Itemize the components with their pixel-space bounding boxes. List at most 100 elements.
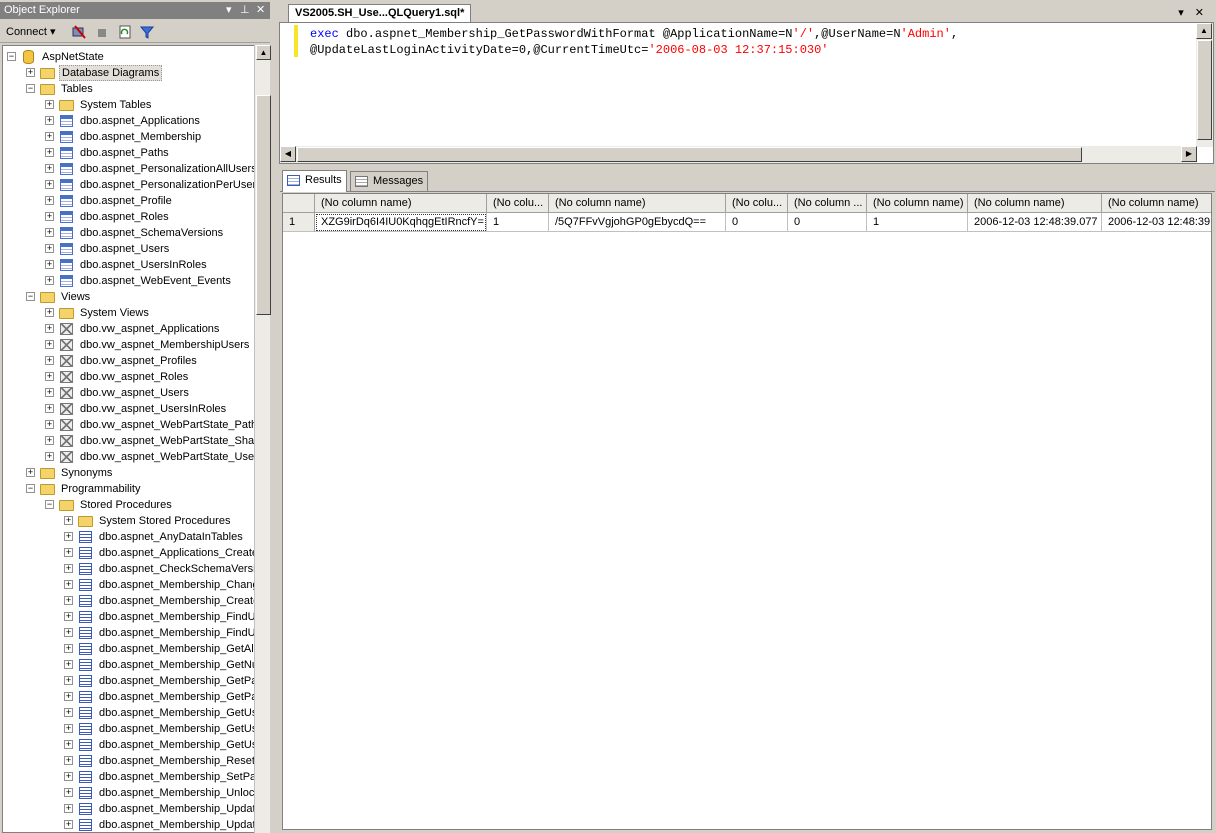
expand-toggle-icon[interactable]: + — [45, 132, 54, 141]
expand-toggle-icon[interactable]: + — [64, 788, 73, 797]
tree-node[interactable]: + dbo.aspnet_PersonalizationPerUser — [3, 177, 254, 193]
expand-toggle-icon[interactable]: + — [45, 452, 54, 461]
column-header[interactable]: (No column name) — [315, 194, 487, 213]
expand-toggle-icon[interactable]: + — [64, 596, 73, 605]
sql-editor[interactable]: exec dbo.aspnet_Membership_GetPasswordWi… — [279, 22, 1214, 164]
tree-node[interactable]: + dbo.aspnet_AnyDataInTables — [3, 529, 254, 545]
tree-node[interactable]: + dbo.aspnet_Membership_Update — [3, 801, 254, 817]
tree-node[interactable]: + dbo.aspnet_CheckSchemaVersio — [3, 561, 254, 577]
expand-toggle-icon[interactable]: + — [64, 644, 73, 653]
expand-toggle-icon[interactable]: + — [64, 564, 73, 573]
tree-node[interactable]: + dbo.vw_aspnet_WebPartState_Path — [3, 417, 254, 433]
grid-cell[interactable]: XZG9irDq6I4IU0KqhqgEtIRncfY= — [315, 213, 487, 232]
scroll-thumb[interactable] — [297, 147, 1082, 162]
tree-node[interactable]: + dbo.aspnet_PersonalizationAllUsers — [3, 161, 254, 177]
expand-toggle-icon[interactable]: + — [64, 580, 73, 589]
grid-cell[interactable]: 0 — [726, 213, 788, 232]
grid-cell[interactable]: 0 — [788, 213, 867, 232]
column-header[interactable]: (No column name) — [867, 194, 968, 213]
tree-node[interactable]: + dbo.aspnet_Profile — [3, 193, 254, 209]
expand-toggle-icon[interactable]: + — [45, 372, 54, 381]
tree-node[interactable]: − AspNetState — [3, 49, 254, 65]
collapse-toggle-icon[interactable]: − — [7, 52, 16, 61]
tree-node[interactable]: + dbo.aspnet_UsersInRoles — [3, 257, 254, 273]
scroll-up-arrow[interactable]: ▲ — [256, 45, 271, 60]
tree-node[interactable]: + dbo.aspnet_Membership_Chang — [3, 577, 254, 593]
tree-node[interactable]: + dbo.aspnet_Membership_GetAllU — [3, 641, 254, 657]
column-header[interactable]: (No column name) — [549, 194, 726, 213]
tree-node[interactable]: − Programmability — [3, 481, 254, 497]
refresh-icon[interactable] — [114, 23, 136, 41]
tree-vertical-scrollbar[interactable]: ▲ — [254, 45, 271, 833]
collapse-toggle-icon[interactable]: − — [26, 292, 35, 301]
tree-node[interactable]: + System Views — [3, 305, 254, 321]
tree-node[interactable]: + System Stored Procedures — [3, 513, 254, 529]
tree-node[interactable]: + dbo.aspnet_Membership_GetUse — [3, 721, 254, 737]
stop-icon[interactable] — [92, 23, 112, 41]
expand-toggle-icon[interactable]: + — [64, 660, 73, 669]
column-header[interactable]: (No column name) — [1102, 194, 1211, 213]
tree-node[interactable]: + dbo.aspnet_Roles — [3, 209, 254, 225]
expand-toggle-icon[interactable]: + — [64, 532, 73, 541]
collapse-toggle-icon[interactable]: − — [45, 500, 54, 509]
expand-toggle-icon[interactable]: + — [45, 404, 54, 413]
expand-toggle-icon[interactable]: + — [45, 324, 54, 333]
expand-toggle-icon[interactable]: + — [45, 276, 54, 285]
tree-node[interactable]: + dbo.vw_aspnet_Profiles — [3, 353, 254, 369]
tree-node[interactable]: + dbo.aspnet_Users — [3, 241, 254, 257]
tree-node[interactable]: + dbo.vw_aspnet_WebPartState_User — [3, 449, 254, 465]
expand-toggle-icon[interactable]: + — [64, 772, 73, 781]
expand-toggle-icon[interactable]: + — [64, 628, 73, 637]
row-header-corner[interactable] — [283, 194, 315, 213]
connect-button[interactable]: Connect ▾ — [2, 23, 60, 41]
expand-toggle-icon[interactable]: + — [64, 516, 73, 525]
filter-icon[interactable] — [136, 23, 158, 41]
window-position-icon[interactable]: ▾ — [226, 3, 232, 16]
grid-cell[interactable]: 2006-12-03 12:48:39.077 — [968, 213, 1102, 232]
tree-node[interactable]: + Database Diagrams — [3, 65, 254, 81]
collapse-toggle-icon[interactable]: − — [26, 84, 35, 93]
grid-cell[interactable]: 1 — [487, 213, 549, 232]
expand-toggle-icon[interactable]: + — [64, 740, 73, 749]
expand-toggle-icon[interactable]: + — [64, 692, 73, 701]
expand-toggle-icon[interactable]: + — [45, 212, 54, 221]
expand-toggle-icon[interactable]: + — [64, 548, 73, 557]
editor-horizontal-scrollbar[interactable]: ◀ ▶ — [280, 146, 1197, 163]
column-header[interactable]: (No colu... — [487, 194, 549, 213]
expand-toggle-icon[interactable]: + — [45, 196, 54, 205]
tree-node[interactable]: + System Tables — [3, 97, 254, 113]
expand-toggle-icon[interactable]: + — [45, 356, 54, 365]
scroll-up-arrow[interactable]: ▲ — [1196, 23, 1212, 39]
expand-toggle-icon[interactable]: + — [64, 612, 73, 621]
tree-node[interactable]: + dbo.vw_aspnet_WebPartState_Shar — [3, 433, 254, 449]
grid-cell[interactable]: 2006-12-03 12:48:39.077 — [1102, 213, 1211, 232]
expand-toggle-icon[interactable]: + — [26, 468, 35, 477]
expand-toggle-icon[interactable]: + — [45, 260, 54, 269]
expand-toggle-icon[interactable]: + — [45, 436, 54, 445]
expand-toggle-icon[interactable]: + — [45, 164, 54, 173]
tree-node[interactable]: + dbo.aspnet_Membership_Create — [3, 593, 254, 609]
tree-node[interactable]: + dbo.aspnet_Paths — [3, 145, 254, 161]
tree-node[interactable]: + dbo.aspnet_Applications_Create — [3, 545, 254, 561]
expand-toggle-icon[interactable]: + — [45, 116, 54, 125]
column-header[interactable]: (No column name) — [968, 194, 1102, 213]
grid-cell[interactable]: 1 — [867, 213, 968, 232]
tree-node[interactable]: + dbo.vw_aspnet_UsersInRoles — [3, 401, 254, 417]
tab-messages[interactable]: Messages — [350, 171, 429, 191]
tree-node[interactable]: + dbo.vw_aspnet_Applications — [3, 321, 254, 337]
tree-node[interactable]: + dbo.aspnet_Membership_GetNur — [3, 657, 254, 673]
close-document-icon[interactable]: ✕ — [1195, 7, 1204, 19]
tree-node[interactable]: + dbo.aspnet_Membership — [3, 129, 254, 145]
expand-toggle-icon[interactable]: + — [64, 804, 73, 813]
expand-toggle-icon[interactable]: + — [45, 420, 54, 429]
tree-node[interactable]: + dbo.vw_aspnet_Roles — [3, 369, 254, 385]
scroll-thumb[interactable] — [256, 95, 271, 315]
column-header[interactable]: (No colu... — [726, 194, 788, 213]
auto-hide-pin-icon[interactable]: ⊥ — [240, 3, 250, 16]
scroll-thumb[interactable] — [1197, 40, 1212, 140]
tree-node[interactable]: + dbo.aspnet_Membership_FindUs — [3, 625, 254, 641]
tree-node[interactable]: − Stored Procedures — [3, 497, 254, 513]
results-grid[interactable]: (No column name) (No colu... (No column na… — [282, 193, 1212, 830]
row-number[interactable]: 1 — [283, 213, 315, 232]
tab-results[interactable]: Results — [282, 170, 347, 192]
